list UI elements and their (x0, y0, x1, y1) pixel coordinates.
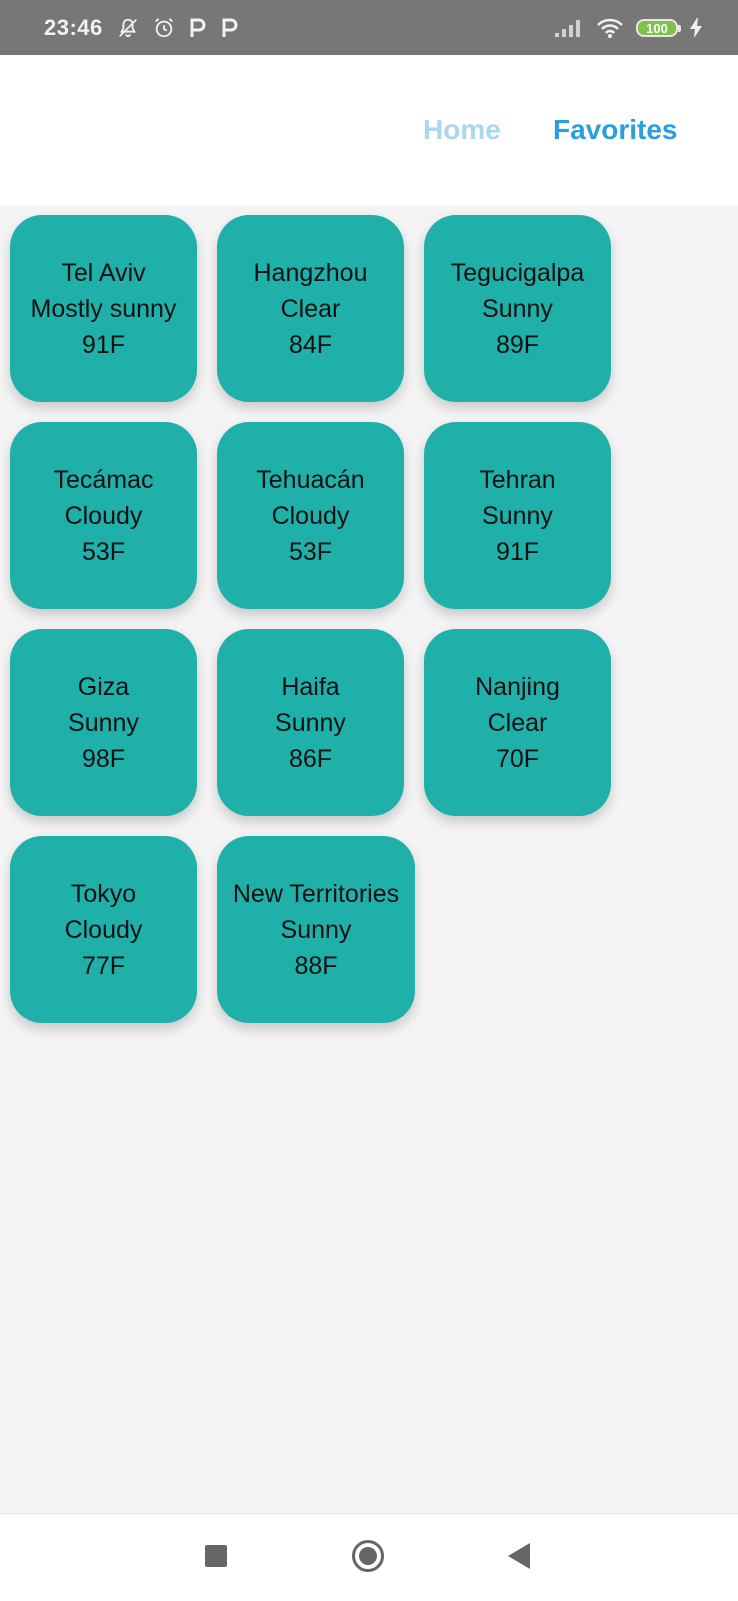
city-temp: 89F (495, 330, 540, 359)
city-temp: 53F (288, 537, 333, 566)
city-temp: 53F (81, 537, 126, 566)
app-header: Home Favorites (0, 55, 738, 205)
city-temp: 98F (81, 744, 126, 773)
city-card-tegucigalpa[interactable]: Tegucigalpa Sunny 89F (424, 215, 611, 402)
city-condition: Sunny (68, 708, 139, 737)
city-name: Tehuacán (256, 465, 365, 494)
signal-bars-icon (554, 18, 584, 38)
charging-bolt-icon (690, 18, 702, 38)
nav-home[interactable]: Home (423, 114, 501, 146)
city-name: Tokyo (70, 879, 137, 908)
city-card-tehuacan[interactable]: Tehuacán Cloudy 53F (217, 422, 404, 609)
home-circle-icon[interactable] (352, 1540, 384, 1572)
status-bar: 23:46 100 (0, 0, 738, 55)
city-condition: Cloudy (271, 501, 350, 530)
city-name: Giza (77, 672, 130, 701)
city-card-new-territories[interactable]: New Territories Sunny 88F (217, 836, 415, 1023)
city-condition: Clear (487, 708, 548, 737)
city-condition: Sunny (482, 501, 553, 530)
city-name: Hangzhou (253, 258, 368, 287)
city-temp: 86F (288, 744, 333, 773)
back-triangle-icon[interactable] (508, 1543, 530, 1569)
status-right: 100 (554, 14, 702, 42)
city-card-tokyo[interactable]: Tokyo Cloudy 77F (10, 836, 197, 1023)
wifi-icon (596, 17, 624, 39)
bell-off-icon (117, 17, 139, 39)
city-condition: Mostly sunny (30, 294, 177, 323)
city-condition: Sunny (280, 915, 352, 944)
city-name: Tel Aviv (61, 258, 146, 287)
city-card-haifa[interactable]: Haifa Sunny 86F (217, 629, 404, 816)
city-card-tel-aviv[interactable]: Tel Aviv Mostly sunny 91F (10, 215, 197, 402)
city-temp: 91F (81, 330, 126, 359)
city-temp: 77F (81, 951, 126, 980)
city-condition: Clear (280, 294, 341, 323)
city-temp: 84F (288, 330, 333, 359)
battery-icon: 100 (636, 19, 681, 37)
city-name: Haifa (281, 672, 340, 701)
parking-p-icon-2 (221, 17, 239, 39)
recents-square-icon[interactable] (205, 1545, 227, 1567)
nav-favorites[interactable]: Favorites (553, 114, 678, 146)
city-name: Nanjing (475, 672, 560, 701)
city-card-tehran[interactable]: Tehran Sunny 91F (424, 422, 611, 609)
city-temp: 70F (495, 744, 540, 773)
city-name: Tehran (479, 465, 556, 494)
parking-p-icon (189, 17, 207, 39)
city-condition: Cloudy (64, 915, 143, 944)
city-name: Tecámac (53, 465, 154, 494)
status-time: 23:46 (44, 15, 103, 40)
battery-level: 100 (646, 20, 668, 36)
city-name: New Territories (232, 879, 400, 908)
city-name: Tegucigalpa (450, 258, 585, 287)
city-card-nanjing[interactable]: Nanjing Clear 70F (424, 629, 611, 816)
status-left: 23:46 (44, 14, 239, 42)
city-card-hangzhou[interactable]: Hangzhou Clear 84F (217, 215, 404, 402)
city-card-tecamac[interactable]: Tecámac Cloudy 53F (10, 422, 197, 609)
city-condition: Cloudy (64, 501, 143, 530)
city-temp: 88F (294, 951, 338, 980)
city-condition: Sunny (275, 708, 346, 737)
city-temp: 91F (495, 537, 540, 566)
system-nav-bar (0, 1513, 738, 1601)
city-condition: Sunny (482, 294, 553, 323)
city-card-giza[interactable]: Giza Sunny 98F (10, 629, 197, 816)
alarm-clock-icon (153, 17, 175, 39)
